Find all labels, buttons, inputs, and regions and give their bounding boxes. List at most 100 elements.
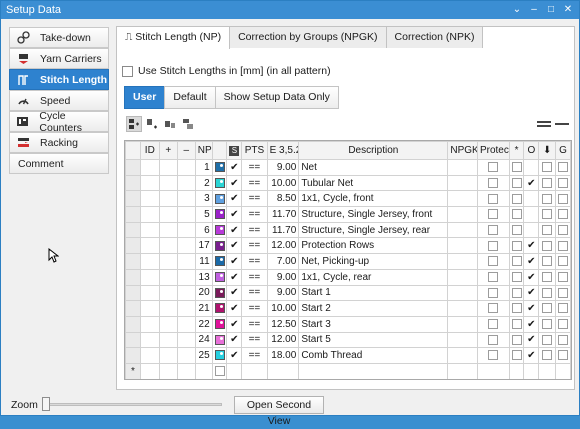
color-cell[interactable] [211, 253, 228, 270]
table-row[interactable]: 22 ✔ == 12.50 Start 3 ✔ [125, 315, 571, 333]
checkbox[interactable] [558, 334, 569, 345]
g-cell[interactable] [555, 221, 571, 239]
plus-column-header[interactable]: + [158, 141, 178, 160]
checkbox[interactable] [511, 240, 522, 251]
np-cell[interactable]: 21 [194, 300, 213, 317]
plus-cell[interactable] [158, 331, 178, 349]
star-cell[interactable] [508, 268, 525, 286]
new-row-cell[interactable] [241, 362, 268, 379]
checkbox[interactable] [488, 209, 499, 220]
value-cell[interactable]: 9.00 [266, 284, 300, 302]
row-marker-cell[interactable] [125, 206, 141, 223]
star-cell[interactable] [508, 331, 525, 349]
checkbox[interactable] [488, 240, 499, 251]
pts-cell[interactable]: == [241, 253, 268, 270]
description-cell[interactable]: Protection Rows [298, 237, 449, 255]
g-cell[interactable] [555, 190, 571, 208]
description-column-header[interactable]: Description [298, 141, 449, 160]
color-swatch[interactable] [214, 256, 225, 267]
o-cell[interactable] [523, 190, 540, 208]
table-row[interactable]: 17 ✔ == 12.00 Protection Rows ✔ [125, 237, 571, 255]
new-row-cell[interactable] [194, 362, 213, 379]
value-cell[interactable]: 9.00 [266, 159, 300, 176]
table-row[interactable]: 6 ✔ == 11.70 Structure, Single Jersey, rear [125, 221, 571, 239]
o-cell[interactable] [523, 206, 540, 223]
checkbox[interactable] [511, 209, 522, 220]
checkbox[interactable] [542, 162, 553, 173]
color-swatch[interactable] [214, 303, 225, 314]
row-marker-cell[interactable] [125, 347, 141, 364]
np-cell[interactable]: 22 [194, 315, 213, 333]
minus-cell[interactable] [176, 331, 196, 349]
plus-cell[interactable] [158, 206, 178, 223]
s-cell[interactable]: ✔ [226, 206, 243, 223]
g-cell[interactable] [555, 347, 571, 364]
id-cell[interactable] [139, 315, 160, 333]
sidebar-item-take-down[interactable]: Take-down [9, 27, 109, 48]
protect-cell[interactable] [476, 300, 510, 317]
value-cell[interactable]: 18.00 [266, 347, 300, 364]
star-cell[interactable] [508, 237, 525, 255]
maximize-icon[interactable]: □ [546, 1, 556, 19]
minus-cell[interactable] [176, 300, 196, 317]
plus-cell[interactable] [158, 253, 178, 270]
checkbox[interactable] [558, 224, 569, 235]
checkbox[interactable] [558, 193, 569, 204]
new-row-cell[interactable] [555, 362, 571, 379]
checkbox[interactable] [558, 272, 569, 283]
star-cell[interactable] [508, 347, 525, 364]
protect-cell[interactable] [476, 221, 510, 239]
checkbox[interactable] [542, 350, 553, 361]
star-cell[interactable] [508, 190, 525, 208]
sidebar-item-yarn-carriers[interactable]: Yarn Carriers [9, 48, 109, 69]
s-cell[interactable]: ✔ [226, 331, 243, 349]
sort-column-header[interactable]: ⬇ [538, 141, 557, 160]
g-cell[interactable] [555, 284, 571, 302]
minus-cell[interactable] [176, 268, 196, 286]
checkbox[interactable] [488, 224, 499, 235]
id-column-header[interactable]: ID [139, 141, 160, 160]
sidebar-item-comment[interactable]: Comment [9, 153, 109, 174]
value-cell[interactable]: 8.50 [266, 190, 300, 208]
checkbox[interactable] [558, 162, 569, 173]
sort-cell[interactable] [538, 300, 557, 317]
npgk-cell[interactable] [447, 253, 478, 270]
new-row-cell[interactable] [476, 362, 510, 379]
o-cell[interactable] [523, 221, 540, 239]
dropdown-icon[interactable]: ⌄ [512, 1, 522, 19]
pts-cell[interactable]: == [241, 331, 268, 349]
pts-column-header[interactable]: PTS [241, 141, 268, 160]
minus-cell[interactable] [176, 221, 196, 239]
o-cell[interactable]: ✔ [523, 253, 540, 270]
checkbox[interactable] [558, 303, 569, 314]
sort-cell[interactable] [538, 206, 557, 223]
npgk-cell[interactable] [447, 206, 478, 223]
sort-cell[interactable] [538, 284, 557, 302]
g-cell[interactable] [555, 237, 571, 255]
minus-cell[interactable] [176, 253, 196, 270]
protect-cell[interactable] [476, 206, 510, 223]
checkbox[interactable] [558, 350, 569, 361]
plus-cell[interactable] [158, 237, 178, 255]
star-cell[interactable] [508, 315, 525, 333]
checkbox[interactable] [558, 209, 569, 220]
g-column-header[interactable]: G [555, 141, 571, 160]
np-cell[interactable]: 1 [194, 159, 213, 176]
protect-cell[interactable] [476, 159, 510, 176]
g-cell[interactable] [555, 174, 571, 192]
npgk-cell[interactable] [447, 159, 478, 176]
checkbox[interactable] [511, 162, 522, 173]
checkbox[interactable] [558, 256, 569, 267]
s-cell[interactable]: ✔ [226, 174, 243, 192]
new-row-cell[interactable] [226, 362, 243, 379]
s-cell[interactable]: ✔ [226, 300, 243, 317]
color-cell[interactable] [211, 315, 228, 333]
np-cell[interactable]: 3 [194, 190, 213, 208]
use-mm-row[interactable]: Use Stitch Lengths in [mm] (in all patte… [122, 65, 331, 77]
new-row-cell[interactable] [176, 362, 196, 379]
new-row-cell[interactable] [158, 362, 178, 379]
checkbox[interactable] [558, 287, 569, 298]
id-cell[interactable] [139, 284, 160, 302]
color-cell[interactable] [211, 347, 228, 364]
color-cell[interactable] [211, 284, 228, 302]
